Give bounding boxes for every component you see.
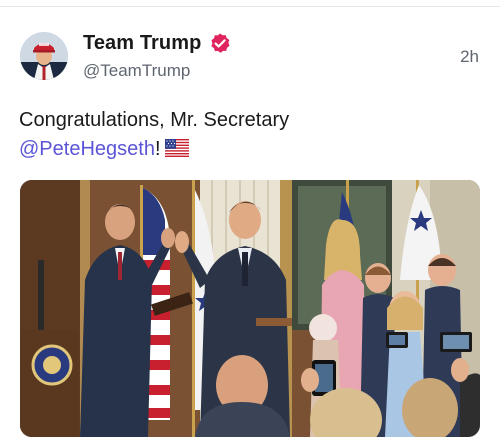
author-avatar[interactable]: [20, 32, 68, 80]
us-flag-icon: [164, 137, 189, 157]
post-text: Congratulations, Mr. Secretary @PeteHegs…: [19, 106, 479, 164]
post-text-line1: Congratulations, Mr. Secretary: [19, 109, 290, 131]
post-media-photo[interactable]: [20, 180, 480, 437]
author-handle[interactable]: @TeamTrump: [83, 61, 190, 81]
verified-badge-icon: [208, 31, 232, 55]
avatar-photo-icon: [20, 32, 68, 80]
post-text-punct: !: [154, 138, 161, 160]
author-name-row: Team Trump: [83, 30, 232, 56]
ceremony-photo: [20, 180, 480, 437]
post-timestamp[interactable]: 2h: [460, 47, 479, 67]
post-text-line2: @PeteHegseth!: [19, 135, 479, 164]
author-display-name[interactable]: Team Trump: [83, 32, 201, 55]
top-divider: [0, 6, 500, 7]
mention-link[interactable]: @PeteHegseth: [19, 138, 155, 160]
